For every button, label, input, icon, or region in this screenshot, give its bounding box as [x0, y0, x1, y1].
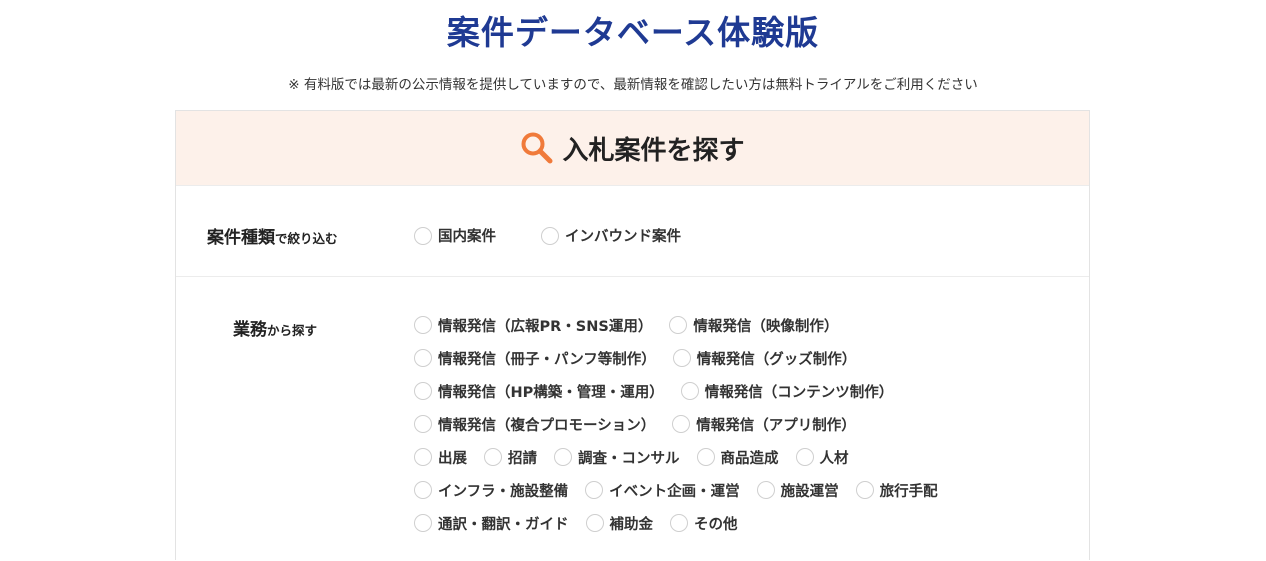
work-option[interactable]: 出展	[414, 447, 467, 468]
work-option[interactable]: 情報発信（映像制作）	[669, 315, 838, 336]
radio-button[interactable]	[414, 349, 432, 367]
work-option[interactable]: 情報発信（冊子・パンフ等制作）	[414, 348, 656, 369]
option-label: 情報発信（アプリ制作）	[696, 417, 856, 434]
option-label: 情報発信（広報PR・SNS運用）	[438, 318, 653, 335]
work-option[interactable]: 施設運営	[756, 480, 839, 501]
work-option[interactable]: 商品造成	[696, 447, 779, 468]
radio-button[interactable]	[585, 514, 604, 532]
radio-button[interactable]	[414, 448, 432, 466]
work-option[interactable]: 調査・コンサル	[554, 447, 680, 468]
radio-button[interactable]	[414, 316, 432, 334]
work-option[interactable]: 通訳・翻訳・ガイド	[414, 513, 569, 534]
radio-button[interactable]	[795, 448, 814, 466]
radio-button[interactable]	[680, 382, 699, 400]
work-option-line: 通訳・翻訳・ガイド 補助金 その他	[414, 512, 755, 534]
case-type-row: 案件種類で絞り込む 国内案件 インバウンド案件	[176, 186, 1089, 277]
option-label: 通訳・翻訳・ガイド	[438, 516, 569, 533]
option-label: 情報発信（コンテンツ制作）	[704, 384, 894, 401]
radio-button[interactable]	[669, 316, 688, 334]
option-label: 人材	[819, 450, 849, 467]
work-option-line: 情報発信（冊子・パンフ等制作） 情報発信（グッズ制作）	[414, 347, 873, 369]
work-option-line: 情報発信（広報PR・SNS運用） 情報発信（映像制作）	[414, 314, 855, 336]
work-option[interactable]: 旅行手配	[855, 480, 938, 501]
work-option-line: インフラ・施設整備 イベント企画・運営 施設運営 旅行手配	[414, 479, 955, 501]
page-title: 案件データベース体験版	[446, 13, 820, 52]
work-label-sub: から探す	[267, 323, 318, 338]
case-type-label: 案件種類で絞り込む	[207, 223, 338, 248]
radio-button[interactable]	[855, 481, 874, 499]
radio-button[interactable]	[414, 481, 432, 499]
radio-button[interactable]	[670, 514, 688, 532]
work-option[interactable]: 人材	[795, 447, 849, 468]
work-option[interactable]: 補助金	[585, 513, 654, 534]
radio-button[interactable]	[585, 481, 604, 499]
option-label: インバウンド案件	[565, 229, 681, 245]
option-label: 情報発信（複合プロモーション）	[438, 417, 656, 434]
radio-button[interactable]	[484, 448, 502, 466]
radio-button[interactable]	[414, 415, 432, 433]
work-option[interactable]: 情報発信（複合プロモーション）	[414, 414, 655, 435]
work-label: 業務から探す	[233, 315, 317, 340]
option-label: 調査・コンサル	[578, 450, 680, 467]
case-type-label-sub: で絞り込む	[275, 231, 338, 246]
panel-heading: 入札案件を探す	[562, 135, 745, 166]
radio-button[interactable]	[696, 448, 715, 466]
work-option[interactable]: 情報発信（広報PR・SNS運用）	[414, 315, 652, 336]
work-option[interactable]: 招請	[484, 447, 537, 468]
case-type-label-main: 案件種類	[207, 228, 275, 248]
work-option-line: 出展 招請 調査・コンサル 商品造成 人材	[414, 446, 866, 468]
option-label: 招請	[508, 450, 537, 467]
work-option[interactable]: インフラ・施設整備	[414, 480, 568, 501]
option-label: 旅行手配	[879, 483, 938, 500]
option-label: 施設運営	[780, 483, 839, 500]
radio-button[interactable]	[414, 382, 432, 400]
radio-button[interactable]	[541, 226, 559, 245]
work-option[interactable]: 情報発信（グッズ制作）	[672, 348, 857, 369]
option-label: インフラ・施設整備	[438, 483, 569, 500]
radio-button[interactable]	[756, 481, 775, 499]
work-label-main: 業務	[233, 320, 267, 340]
search-icon	[521, 132, 553, 164]
panel-header: 入札案件を探す	[176, 111, 1089, 186]
work-option[interactable]: 情報発信（HP構築・管理・運用）	[414, 381, 664, 402]
option-label: 情報発信（映像制作）	[693, 318, 839, 335]
work-option-line: 情報発信（HP構築・管理・運用） 情報発信（コンテンツ制作）	[414, 380, 910, 402]
option-label: 情報発信（HP構築・管理・運用）	[438, 384, 664, 401]
work-option[interactable]: 情報発信（コンテンツ制作）	[680, 381, 894, 402]
case-type-option[interactable]: インバウンド案件	[541, 225, 681, 246]
search-panel: 入札案件を探す 案件種類で絞り込む 国内案件 インバウンド案件 業務から探す 情…	[175, 110, 1090, 560]
radio-button[interactable]	[672, 349, 691, 367]
option-label: 情報発信（グッズ制作）	[696, 351, 857, 368]
option-label: 国内案件	[438, 229, 496, 245]
option-label: その他	[694, 516, 738, 533]
radio-button[interactable]	[672, 415, 691, 433]
option-label: 補助金	[609, 516, 654, 533]
work-row: 業務から探す 情報発信（広報PR・SNS運用） 情報発信（映像制作） 情報発信（冊子…	[176, 277, 1089, 561]
work-option-line: 情報発信（複合プロモーション） 情報発信（アプリ制作）	[414, 413, 873, 435]
option-label: イベント企画・運営	[609, 483, 740, 500]
work-option[interactable]: その他	[670, 513, 738, 534]
radio-button[interactable]	[414, 226, 432, 245]
option-label: 商品造成	[720, 450, 779, 467]
work-option[interactable]: 情報発信（アプリ制作）	[672, 414, 856, 435]
work-option[interactable]: イベント企画・運営	[585, 480, 740, 501]
case-type-option[interactable]: 国内案件	[414, 225, 496, 246]
radio-button[interactable]	[414, 514, 432, 532]
option-label: 情報発信（冊子・パンフ等制作）	[438, 351, 656, 368]
trial-notice: ※ 有料版では最新の公示情報を提供していますので、最新情報を確認したい方は無料ト…	[288, 77, 978, 93]
option-label: 出展	[438, 450, 467, 467]
radio-button[interactable]	[554, 448, 572, 466]
